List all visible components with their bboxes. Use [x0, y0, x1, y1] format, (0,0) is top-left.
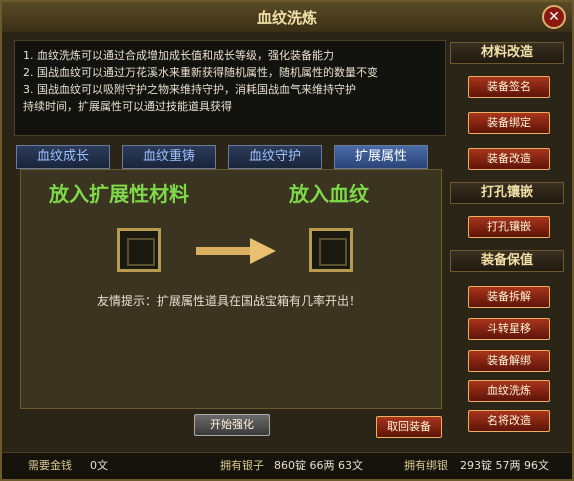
- material-slot[interactable]: [117, 228, 161, 272]
- bound-silver-value: 293锭 57两 96文: [460, 459, 549, 472]
- tip-text: 友情提示：扩展属性道具在国战宝箱有几率开出！: [97, 294, 362, 308]
- section-socket: 打孔镶嵌: [450, 182, 564, 204]
- takeback-button[interactable]: 取回装备: [376, 416, 442, 438]
- bind-button[interactable]: 装备绑定: [468, 112, 550, 134]
- dismantle-button[interactable]: 装备拆解: [468, 286, 550, 308]
- extend-panel: 放入扩展性材料 放入血纹 友情提示：扩展属性道具在国战宝箱有几率开出！: [20, 169, 442, 409]
- transfer-button[interactable]: 斗转星移: [468, 318, 550, 340]
- start-button[interactable]: 开始强化: [194, 414, 270, 436]
- description-line-2: 2. 国战血纹可以通过万花溪水来重新获得随机属性，随机属性的数量不变: [23, 66, 378, 79]
- window-title: 血纹洗炼: [256, 9, 317, 27]
- bound-silver-label: 拥有绑银: [404, 459, 448, 472]
- close-icon[interactable]: ✕: [542, 5, 566, 29]
- tab-extend[interactable]: 扩展属性: [334, 145, 428, 169]
- refine-window: 血纹洗炼 ✕ 1. 血纹洗炼可以通过合成增加成长值和成长等级，强化装备能力 2.…: [0, 0, 574, 481]
- description-panel: 1. 血纹洗炼可以通过合成增加成长值和成长等级，强化装备能力 2. 国战血纹可以…: [14, 40, 446, 136]
- description-line-3: 3. 国战血纹可以吸附守护之物来维持守护，消耗国战血气来维持守护: [23, 83, 356, 96]
- section-material: 材料改造: [450, 42, 564, 64]
- sign-button[interactable]: 装备签名: [468, 76, 550, 98]
- description-line-1: 1. 血纹洗炼可以通过合成增加成长值和成长等级，强化装备能力: [23, 49, 334, 62]
- refine-button[interactable]: 血纹洗炼: [468, 380, 550, 402]
- need-money-value: 0文: [90, 459, 108, 472]
- tab-recast[interactable]: 血纹重铸: [122, 145, 216, 169]
- arrow-icon: [196, 238, 276, 264]
- section-preserve: 装备保值: [450, 250, 564, 272]
- modify-button[interactable]: 装备改造: [468, 148, 550, 170]
- tab-growth[interactable]: 血纹成长: [16, 145, 110, 169]
- description-line-4: 持续时间，扩展属性可以通过技能道具获得: [23, 100, 232, 113]
- need-money-label: 需要金钱: [28, 459, 72, 472]
- bloodline-header: 放入血纹: [289, 182, 369, 206]
- general-modify-button[interactable]: 名将改造: [468, 410, 550, 432]
- material-header: 放入扩展性材料: [49, 182, 189, 206]
- unbind-button[interactable]: 装备解绑: [468, 350, 550, 372]
- socket-button[interactable]: 打孔镶嵌: [468, 216, 550, 238]
- bloodline-slot[interactable]: [309, 228, 353, 272]
- title-bar: 血纹洗炼 ✕: [2, 2, 572, 32]
- tab-guard[interactable]: 血纹守护: [228, 145, 322, 169]
- silver-value: 860锭 66两 63文: [274, 459, 363, 472]
- silver-label: 拥有银子: [220, 459, 264, 472]
